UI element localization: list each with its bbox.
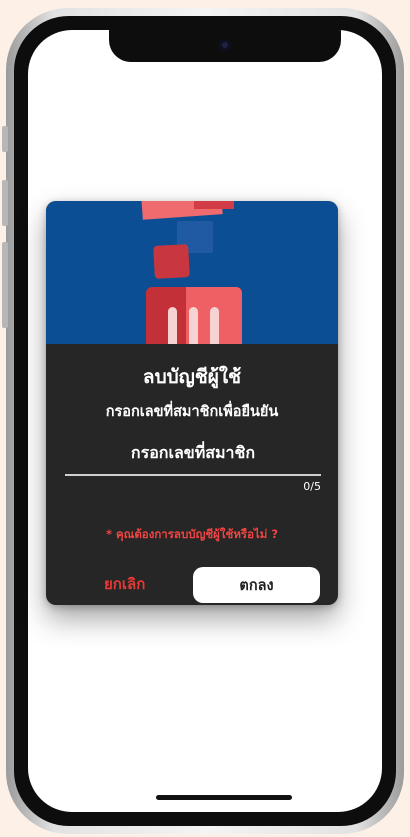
trash-lid-shape [194, 201, 234, 209]
dialog-content: ลบบัญชีผู้ใช้ กรอกเลขที่สมาชิกเพื่อยืนยั… [46, 344, 338, 605]
trash-bin-stripe-shape [189, 307, 198, 344]
character-counter: 0/5 [303, 480, 321, 493]
cancel-button[interactable]: ยกเลิก [76, 566, 186, 602]
trash-bin-body-shape [146, 287, 242, 344]
phone-volume-up-button [2, 180, 8, 226]
phone-silent-switch [2, 126, 8, 152]
delete-warning-text: * คุณต้องการลบบัญชีผู้ใช้หรือไม่ ? [105, 527, 279, 541]
confirm-button[interactable]: ตกลง [193, 567, 320, 603]
trash-bin-illustration-icon [46, 201, 338, 344]
dialog-title: ลบบัญชีผู้ใช้ [142, 366, 242, 388]
front-camera-icon [219, 39, 231, 51]
home-indicator[interactable] [156, 795, 292, 800]
dialog-subtitle: กรอกเลขที่สมาชิกเพื่อยืนยัน [105, 404, 279, 420]
trash-bin-stripe-shape [210, 307, 219, 344]
delete-account-dialog: ลบบัญชีผู้ใช้ กรอกเลขที่สมาชิกเพื่อยืนยั… [46, 201, 338, 605]
trash-bin-stripe-shape [168, 307, 177, 344]
falling-paper-shape [153, 244, 190, 279]
phone-notch [109, 30, 341, 62]
phone-volume-down-button [2, 242, 8, 328]
member-number-input[interactable] [65, 430, 321, 476]
